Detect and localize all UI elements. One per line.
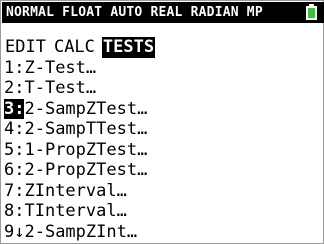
menu-item-label: ZInterval… xyxy=(24,180,127,201)
menu-item-label: 2-SampZInt… xyxy=(24,221,138,242)
menu-item-z-interval[interactable]: 7: ZInterval… xyxy=(4,181,161,202)
stat-menu: EDIT CALC TESTS 1: Z-Test… 2: T-Test… 3: 2-… xyxy=(4,37,161,242)
menu-item-number: 8: xyxy=(4,201,25,221)
status-bar: NORMAL FLOAT AUTO REAL RADIAN MP xyxy=(2,2,324,23)
menu-item-2-samp-t-test[interactable]: 4: 2-SampTTest… xyxy=(4,119,161,140)
menu-item-2-samp-z-test[interactable]: 3: 2-SampZTest… xyxy=(4,98,161,119)
menu-item-number: 9↓ xyxy=(4,221,25,242)
battery-full-icon xyxy=(306,4,317,20)
menu-item-t-interval[interactable]: 8: TInterval… xyxy=(4,201,161,222)
calculator-screen: NORMAL FLOAT AUTO REAL RADIAN MP EDIT CA… xyxy=(0,0,324,244)
menu-item-2-samp-z-int[interactable]: 9↓ 2-SampZInt… xyxy=(4,222,161,243)
menu-item-number: 7: xyxy=(4,180,25,201)
menu-item-number-selected: 3: xyxy=(4,98,25,119)
menu-item-number: 6: xyxy=(4,160,25,180)
tab-edit[interactable]: EDIT xyxy=(4,37,47,58)
menu-item-label: 1-PropZTest… xyxy=(24,139,148,160)
menu-item-label: 2-SampTTest… xyxy=(24,119,148,139)
menu-item-label: Z-Test… xyxy=(24,57,97,78)
menu-item-label: 2-SampZTest… xyxy=(24,98,148,119)
menu-item-2-prop-z-test[interactable]: 6: 2-PropZTest… xyxy=(4,160,161,181)
tab-tests[interactable]: TESTS xyxy=(101,37,156,58)
menu-item-number: 5: xyxy=(4,139,25,160)
menu-item-number: 4: xyxy=(4,119,25,139)
menu-item-z-test[interactable]: 1: Z-Test… xyxy=(4,58,161,79)
menu-item-t-test[interactable]: 2: T-Test… xyxy=(4,78,161,99)
tab-calc[interactable]: CALC xyxy=(53,37,96,58)
menu-item-label: 2-PropZTest… xyxy=(24,160,148,180)
menu-tabs: EDIT CALC TESTS xyxy=(4,37,161,58)
menu-item-1-prop-z-test[interactable]: 5: 1-PropZTest… xyxy=(4,140,161,161)
menu-item-label: T-Test… xyxy=(24,78,97,98)
menu-item-number: 1: xyxy=(4,57,25,78)
status-mode-text: NORMAL FLOAT AUTO REAL RADIAN MP xyxy=(6,5,263,20)
menu-item-label: TInterval… xyxy=(24,201,127,221)
menu-item-number: 2: xyxy=(4,78,25,98)
